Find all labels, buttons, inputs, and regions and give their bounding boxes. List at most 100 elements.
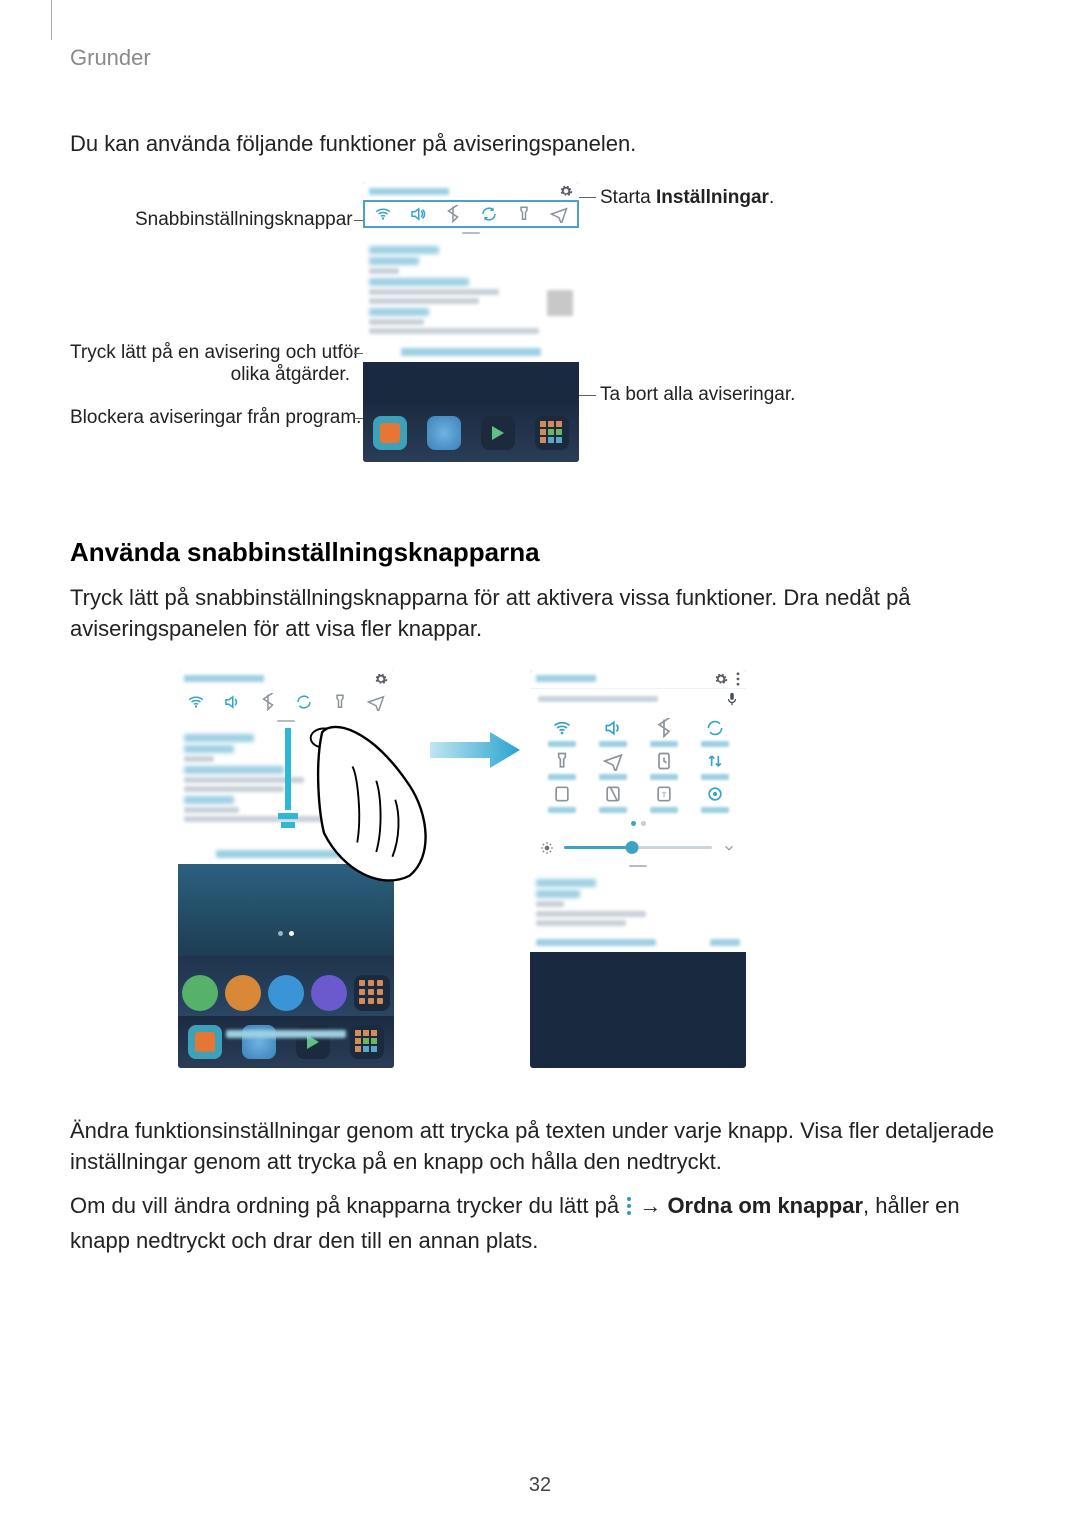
quick-toggle-row[interactable] (178, 688, 394, 716)
toggle-row (536, 751, 740, 780)
toggle-sound[interactable] (593, 718, 633, 747)
notification-thumbnail (547, 290, 573, 316)
section-heading: Använda snabbinställningsknapparna (70, 537, 1010, 568)
notification-item[interactable] (369, 308, 573, 334)
mail-icon[interactable] (373, 416, 407, 450)
status-bar (178, 670, 394, 688)
toggle-rotate[interactable] (695, 718, 735, 747)
wifi-icon (187, 693, 205, 711)
search-bar[interactable] (530, 688, 746, 710)
label-tap-notification: Tryck lätt på en avisering och utför oli… (70, 342, 350, 386)
notification-footer[interactable] (363, 342, 579, 362)
gear-icon (559, 184, 573, 198)
section-paragraph: Tryck lätt på snabbinställningsknapparna… (70, 583, 1010, 645)
gear-icon[interactable] (714, 672, 728, 686)
phone-app-icon[interactable] (182, 975, 218, 1011)
tab-notch (40, 0, 52, 40)
arrow-down-icon (278, 728, 298, 848)
rotate-icon (295, 693, 313, 711)
page-dots (536, 817, 740, 831)
breadcrumb: Grunder (70, 45, 1010, 71)
chevron-down-icon[interactable] (722, 841, 736, 855)
wifi-icon (374, 205, 392, 223)
label-start-settings: Starta Inställningar. (600, 187, 774, 209)
notification-item[interactable] (369, 278, 573, 304)
para-bold: Ordna om knappar (667, 1193, 863, 1218)
apps-grid-icon[interactable] (350, 1025, 384, 1059)
status-bar (530, 670, 746, 688)
app-recommendation-row (178, 1016, 394, 1068)
toggle-location[interactable] (695, 784, 735, 813)
home-wallpaper (178, 864, 394, 956)
rotate-icon (480, 205, 498, 223)
notification-item[interactable] (536, 879, 740, 907)
page-dots (178, 864, 394, 934)
toggle-row: T (536, 784, 740, 813)
label-line: Tryck lätt på en avisering och utför (70, 342, 360, 363)
brightness-slider[interactable] (530, 835, 746, 861)
label-clear-all: Ta bort alla aviseringar. (600, 384, 795, 406)
status-bar (363, 182, 579, 200)
para-part: Om du vill ändra ordning på knapparna tr… (70, 1193, 625, 1218)
sound-icon (409, 205, 427, 223)
status-text-blur (369, 188, 449, 195)
paragraph-reorder: Om du vill ändra ordning på knapparna tr… (70, 1190, 1010, 1257)
phone-mock-expanded: T (530, 670, 746, 1068)
notification-footer[interactable] (530, 934, 746, 952)
page-number: 32 (0, 1474, 1080, 1497)
label-bold: Inställningar (656, 187, 769, 208)
toggle-bluelight[interactable] (542, 784, 582, 813)
bluetooth-icon (444, 205, 462, 223)
intro-text: Du kan använda följande funktioner på av… (70, 131, 1010, 157)
app-icon[interactable] (427, 416, 461, 450)
apps-grid-icon[interactable] (535, 416, 569, 450)
browser-app-icon[interactable] (311, 975, 347, 1011)
leader-line (579, 395, 596, 396)
flashlight-icon (515, 205, 533, 223)
drag-handle[interactable] (363, 228, 579, 238)
figure-expand-toggles: T (70, 670, 1010, 1080)
toggle-mobiledata[interactable] (695, 751, 735, 780)
bluetooth-icon (259, 693, 277, 711)
toggle-hotspot[interactable]: T (644, 784, 684, 813)
app-recommendation-row (363, 404, 579, 462)
label-block-notifications: Blockera aviseringar från program. (70, 407, 350, 429)
brightness-icon (540, 841, 554, 855)
para-arrow: → (633, 1193, 667, 1218)
mail-icon[interactable] (188, 1025, 222, 1059)
arrow-right-icon (430, 730, 520, 770)
page: Grunder Du kan använda följande funktion… (0, 0, 1080, 1527)
toggle-bluetooth[interactable] (644, 718, 684, 747)
label-part: . (769, 187, 774, 208)
toggle-flashlight[interactable] (542, 751, 582, 780)
status-text-blur (536, 675, 596, 682)
apps-drawer-icon[interactable] (354, 975, 390, 1011)
drag-handle[interactable] (178, 716, 394, 726)
toggle-airplane[interactable] (593, 751, 633, 780)
phone-mock-panel (363, 182, 579, 462)
more-icon[interactable] (736, 672, 740, 686)
toggle-row (536, 718, 740, 747)
status-text-blur (184, 675, 264, 682)
quick-toggle-row[interactable] (363, 200, 579, 228)
contacts-app-icon[interactable] (225, 975, 261, 1011)
toggle-powersave[interactable] (644, 751, 684, 780)
toggle-wifi[interactable] (542, 718, 582, 747)
more-icon (625, 1193, 633, 1225)
play-icon[interactable] (481, 416, 515, 450)
notification-item[interactable] (369, 246, 573, 274)
airplane-icon (550, 205, 568, 223)
toggle-dnd[interactable] (593, 784, 633, 813)
quick-toggle-grid: T (530, 710, 746, 835)
label-quick-settings-buttons: Snabbinställningsknappar (135, 209, 350, 231)
flashlight-icon (331, 693, 349, 711)
paragraph-change-settings: Ändra funktionsinställningar genom att t… (70, 1115, 1010, 1179)
drag-handle[interactable] (530, 861, 746, 871)
notification-list (530, 871, 746, 934)
gear-icon (374, 672, 388, 686)
mic-icon[interactable] (726, 692, 738, 706)
messages-app-icon[interactable] (268, 975, 304, 1011)
svg-text:T: T (661, 790, 666, 799)
notification-item[interactable] (536, 911, 740, 926)
figure-notification-panel: Snabbinställningsknappar Tryck lätt på e… (70, 182, 1010, 482)
